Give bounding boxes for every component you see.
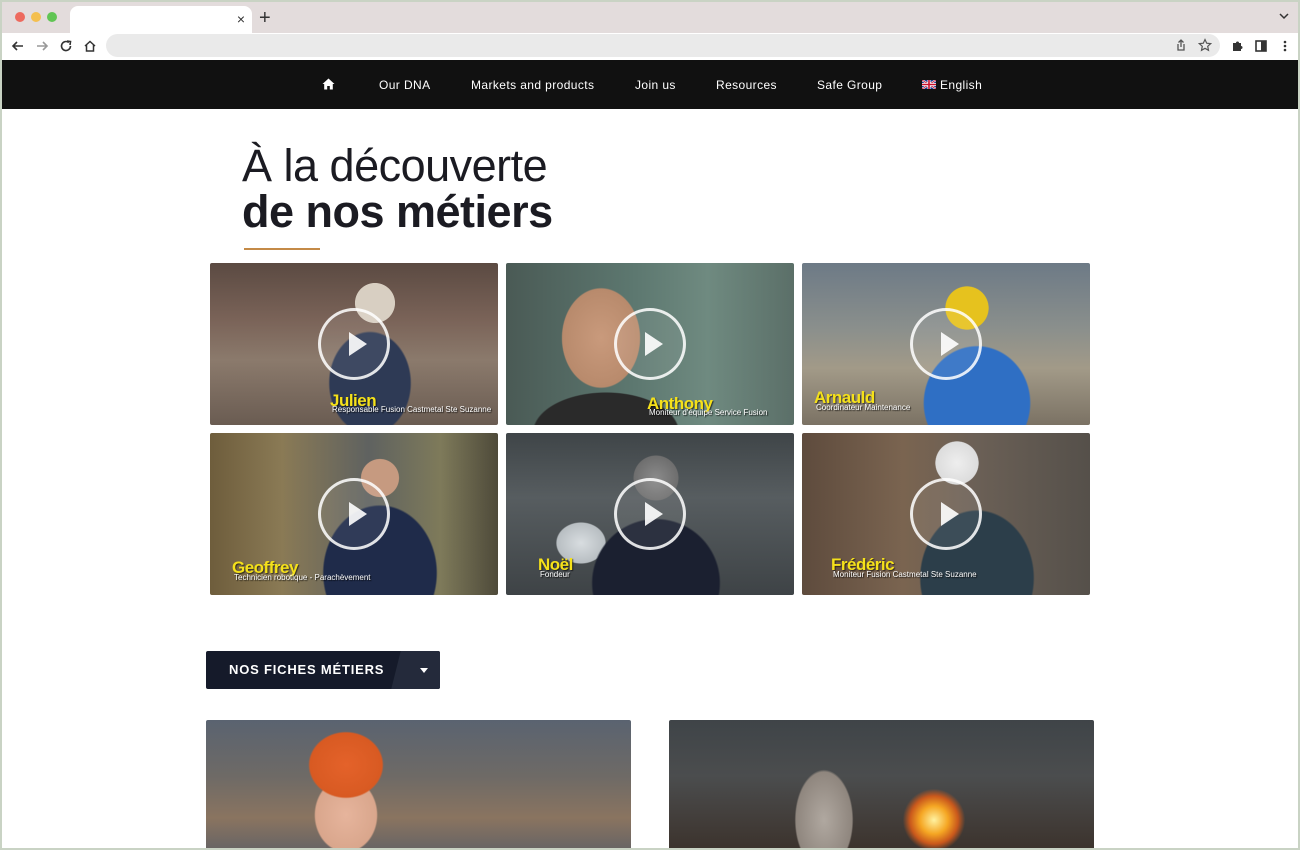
language-label: English	[940, 78, 983, 92]
video-person-role: Technicien robotique - Parachèvement	[234, 573, 371, 582]
video-person-role: Fondeur	[540, 570, 570, 579]
caret-down-icon	[420, 668, 428, 673]
job-card-image-worker[interactable]	[206, 720, 631, 848]
share-icon[interactable]	[1174, 38, 1188, 52]
tab-strip: × +	[2, 2, 1298, 33]
more-menu-icon[interactable]	[1278, 39, 1292, 53]
video-card-noel[interactable]: Noël Fondeur	[506, 433, 794, 595]
browser-tab[interactable]: ×	[70, 6, 252, 33]
address-bar[interactable]	[106, 34, 1220, 57]
video-card-julien[interactable]: Julien Responsable Fusion Castmetal Ste …	[210, 263, 498, 425]
chevron-down-icon[interactable]	[1279, 11, 1289, 21]
extensions-puzzle-icon[interactable]	[1230, 39, 1244, 53]
forward-arrow-icon[interactable]	[35, 39, 49, 53]
browser-toolbar	[2, 33, 1298, 60]
video-person-role: Responsable Fusion Castmetal Ste Suzanne	[332, 405, 492, 414]
video-card-geoffrey[interactable]: Geoffrey Technicien robotique - Parachèv…	[210, 433, 498, 595]
play-icon[interactable]	[910, 308, 982, 380]
video-card-frederic[interactable]: Frédéric Moniteur Fusion Castmetal Ste S…	[802, 433, 1090, 595]
home-page-icon[interactable]	[83, 39, 97, 53]
job-card-photo	[206, 720, 631, 848]
minimize-window-button[interactable]	[31, 12, 41, 22]
nav-item-resources[interactable]: Resources	[716, 60, 777, 109]
title-accent-divider	[244, 248, 320, 250]
fiches-metiers-dropdown-button[interactable]: NOS FICHES MÉTIERS	[206, 651, 440, 689]
page-title-bold: de nos métiers	[242, 186, 553, 237]
nav-item-markets-and-products[interactable]: Markets and products	[471, 60, 594, 109]
new-tab-button[interactable]: +	[259, 6, 271, 30]
nav-item-our-dna[interactable]: Our DNA	[379, 60, 430, 109]
play-icon[interactable]	[614, 478, 686, 550]
video-person-role: Moniteur d'équipe Service Fusion	[649, 408, 768, 417]
play-icon[interactable]	[318, 308, 390, 380]
video-person-role: Coordinateur Maintenance	[816, 403, 911, 412]
close-window-button[interactable]	[15, 12, 25, 22]
bookmark-star-icon[interactable]	[1198, 38, 1212, 52]
video-card-arnauld[interactable]: Arnauld Coordinateur Maintenance	[802, 263, 1090, 425]
play-icon[interactable]	[910, 478, 982, 550]
side-panel-icon[interactable]	[1254, 39, 1268, 53]
job-card-image-foundry[interactable]	[669, 720, 1094, 848]
site-navigation: Our DNA Markets and products Join us Res…	[2, 60, 1298, 109]
nav-item-join-us[interactable]: Join us	[635, 60, 676, 109]
uk-flag-icon	[922, 80, 936, 89]
tab-close-icon[interactable]: ×	[237, 11, 245, 27]
back-arrow-icon[interactable]	[11, 39, 25, 53]
browser-window: × + Our DNA Markets and products Join us…	[2, 2, 1298, 848]
video-person-role: Moniteur Fusion Castmetal Ste Suzanne	[833, 570, 977, 579]
job-card-photo	[669, 720, 1094, 848]
fiches-metiers-label: NOS FICHES MÉTIERS	[229, 662, 385, 677]
maximize-window-button[interactable]	[47, 12, 57, 22]
language-selector[interactable]: English	[922, 60, 982, 109]
reload-icon[interactable]	[59, 39, 73, 53]
dropdown-split-section	[391, 651, 440, 689]
video-card-anthony[interactable]: Anthony Moniteur d'équipe Service Fusion	[506, 263, 794, 425]
play-icon[interactable]	[318, 478, 390, 550]
nav-item-safe-group[interactable]: Safe Group	[817, 60, 882, 109]
play-icon[interactable]	[614, 308, 686, 380]
home-icon[interactable]	[322, 78, 335, 90]
